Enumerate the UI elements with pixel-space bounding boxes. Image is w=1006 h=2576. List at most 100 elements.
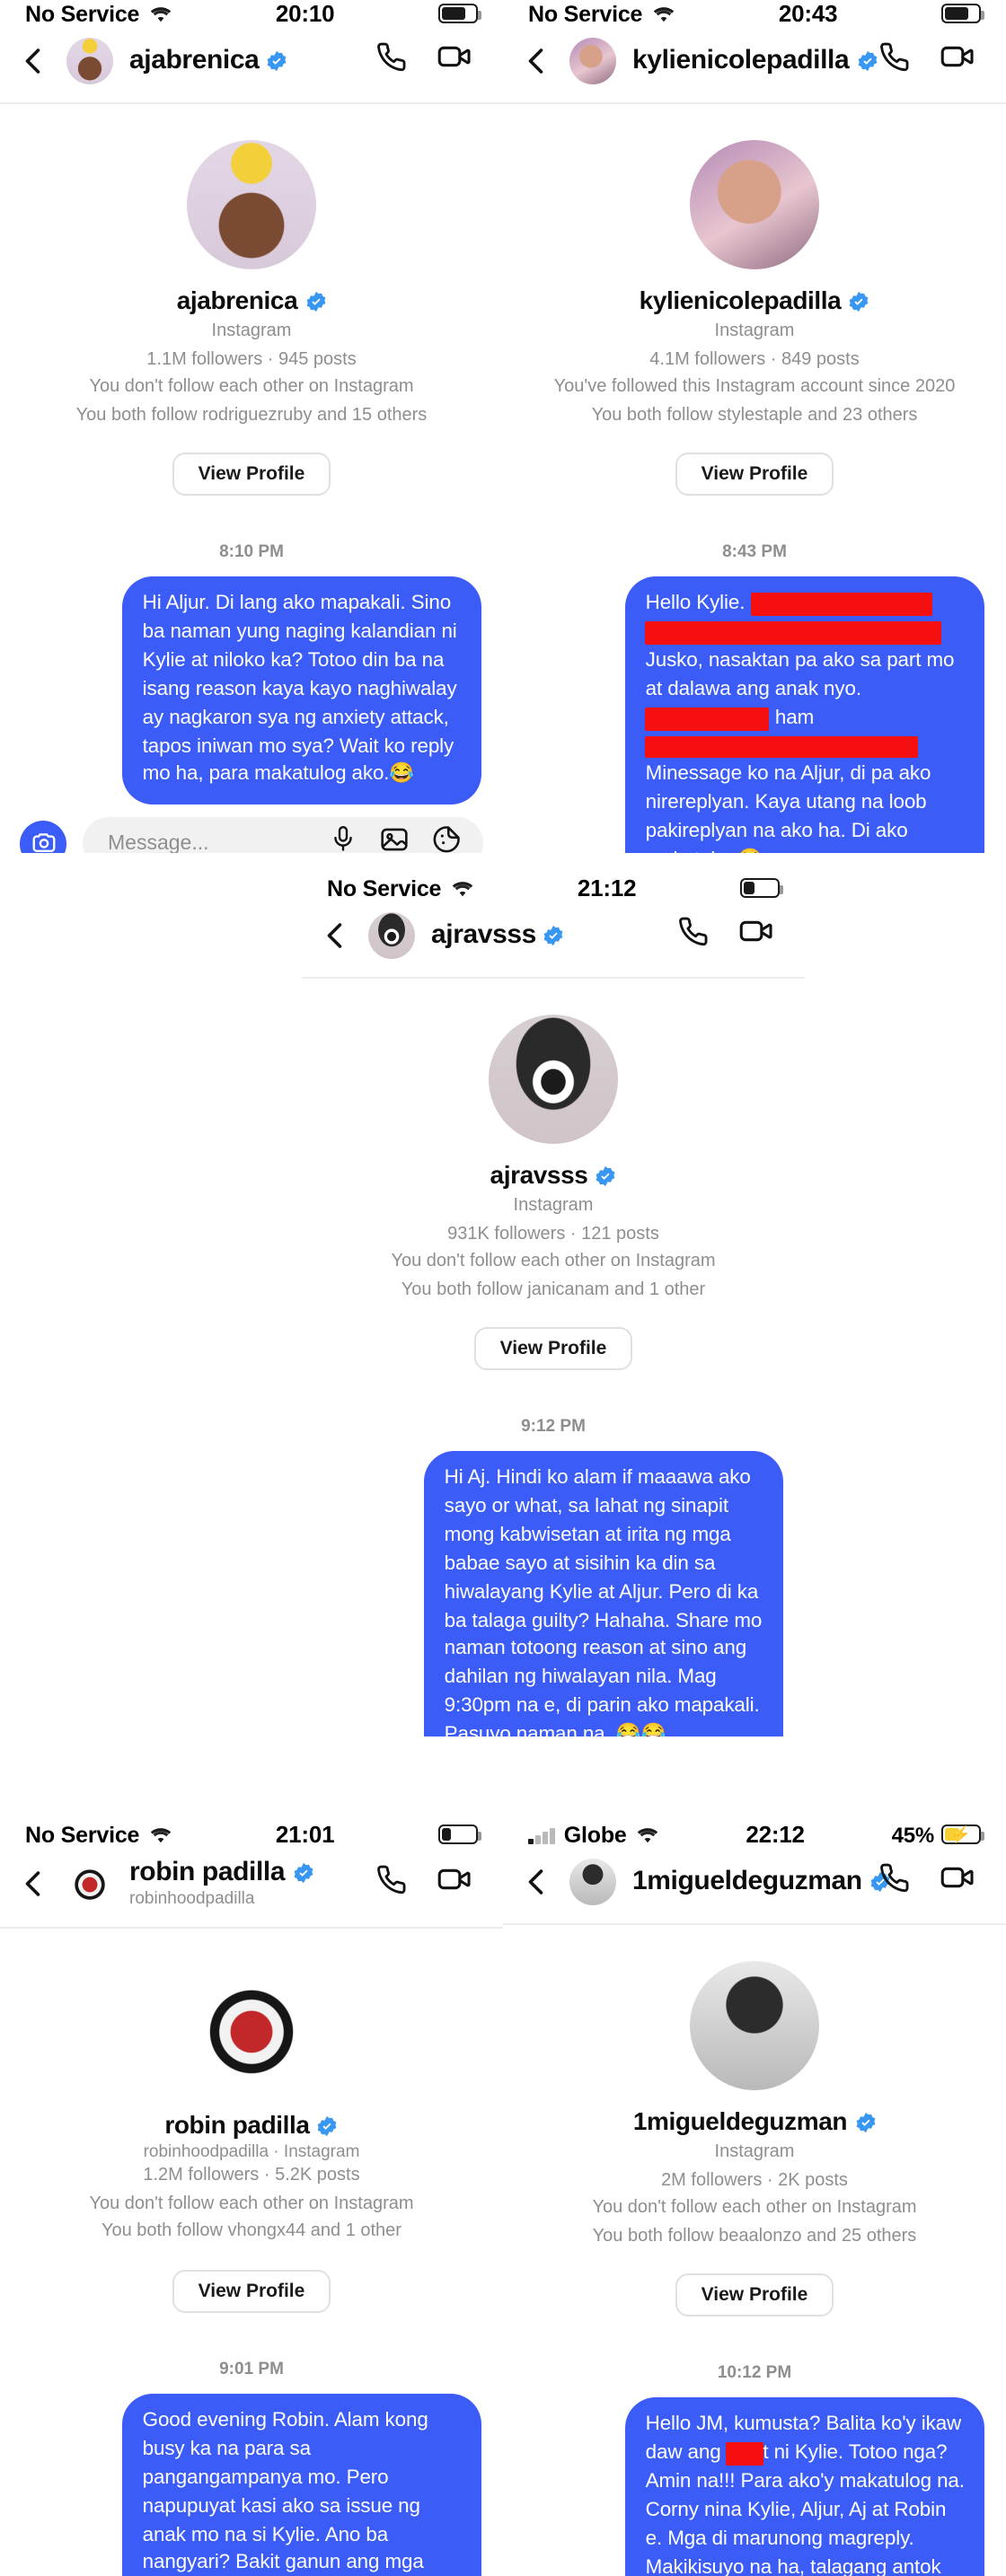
camera-icon[interactable] — [20, 820, 66, 853]
clock-label: 21:01 — [275, 1821, 335, 1848]
video-camera-icon[interactable] — [738, 912, 776, 959]
back-chevron-icon[interactable] — [320, 919, 352, 952]
screenshot-collage: No Service 20:10 ajabrenica ajabrenica Insta… — [0, 0, 1006, 2576]
message-input[interactable]: Message... — [83, 817, 483, 853]
carrier-label: No Service — [327, 875, 442, 901]
back-chevron-icon[interactable] — [521, 1866, 553, 1898]
conversation-header: ajabrenica — [0, 27, 503, 104]
view-profile-button[interactable]: View Profile — [474, 1327, 632, 1370]
status-bar: No Service 21:01 — [0, 1821, 503, 1848]
back-chevron-icon[interactable] — [18, 45, 50, 77]
message-timestamp: 8:10 PM — [219, 542, 284, 562]
profile-platform: Instagram — [714, 2142, 795, 2162]
profile-card: 1migueldeguzman Instagram 2M followers · 2… — [503, 1925, 1006, 2317]
nav-title[interactable]: 1migueldeguzman — [632, 1866, 890, 1897]
message-row: Hello JM, kumusta? Balita ko'y ikaw daw … — [525, 2397, 984, 2576]
nav-title[interactable]: kylienicolepadilla — [632, 45, 877, 76]
profile-stats: 2M followers · 2K posts — [661, 2170, 848, 2190]
message-list: 10:12 PM Hello JM, kumusta? Balita ko'y i… — [503, 2317, 1006, 2576]
profile-name: ajabrenica — [25, 286, 478, 314]
message-bubble[interactable]: Hi Aljur. Di lang ako mapakali. Sino ba … — [122, 576, 481, 805]
nav-title[interactable]: robin padilla — [129, 1857, 357, 1889]
verified-badge-icon — [854, 2110, 876, 2133]
message-timestamp: 9:12 PM — [521, 1417, 586, 1437]
view-profile-button[interactable]: View Profile — [675, 2273, 834, 2317]
message-bubble[interactable]: Good evening Robin. Alam kong busy ka na… — [122, 2393, 481, 2576]
battery-icon — [438, 1824, 482, 1844]
phone-icon[interactable] — [374, 40, 408, 83]
profile-avatar[interactable] — [187, 140, 316, 269]
verified-badge-icon — [543, 925, 565, 946]
sticker-icon[interactable] — [431, 824, 462, 853]
battery-percent-label: 45% — [891, 1822, 935, 1847]
message-input-placeholder: Message... — [108, 832, 209, 853]
profile-mutuals: You both follow beaalonzo and 25 others — [592, 2226, 917, 2246]
conversation-header: 1migueldeguzman — [503, 1848, 1006, 1925]
avatar[interactable] — [569, 38, 616, 84]
chat-panel-robinpadilla: No Service 21:01 robin padilla robinhoodpad… — [0, 1821, 503, 2576]
status-bar: No Service 20:43 — [503, 0, 1006, 27]
message-bubble[interactable]: Hello Kylie. Sino ba naman yung nakipagr… — [625, 576, 984, 853]
profile-avatar[interactable] — [690, 1961, 819, 2090]
wifi-icon — [651, 4, 675, 23]
avatar[interactable] — [66, 1860, 113, 1908]
photo-icon[interactable] — [379, 824, 410, 853]
profile-relationship: You've followed this Instagram account s… — [553, 377, 956, 397]
message-bubble[interactable]: Hello JM, kumusta? Balita ko'y ikaw daw … — [625, 2397, 984, 2576]
video-camera-icon[interactable] — [437, 38, 474, 84]
conversation-header: robin padilla robinhoodpadilla — [0, 1848, 503, 1930]
profile-relationship: You don't follow each other on Instagram — [592, 2198, 917, 2218]
phone-icon[interactable] — [877, 1860, 911, 1903]
clock-label: 20:10 — [275, 0, 335, 27]
message-row: Good evening Robin. Alam kong busy ka na… — [22, 2393, 481, 2576]
chat-panel-kylienicolepadilla: No Service 20:43 kylienicolepadilla kylieni… — [503, 0, 1006, 853]
avatar[interactable] — [66, 38, 113, 84]
signal-bars-icon — [528, 1825, 555, 1843]
battery-icon — [941, 4, 985, 23]
wifi-icon — [148, 4, 172, 23]
clock-label: 21:12 — [577, 875, 637, 901]
profile-name: 1migueldeguzman — [528, 2106, 981, 2135]
profile-platform: Instagram — [211, 321, 292, 341]
carrier-label: Globe — [563, 1822, 627, 1847]
conversation-header: ajravsss — [302, 901, 805, 979]
message-list: 8:10 PM Hi Aljur. Di lang ako mapakali. S… — [0, 496, 503, 805]
phone-icon[interactable] — [877, 40, 911, 83]
battery-icon — [740, 878, 784, 898]
message-bubble[interactable]: Hi Aj. Hindi ko alam if maaawa ako sayo … — [424, 1451, 783, 1736]
nav-title[interactable]: ajabrenica — [129, 45, 357, 76]
view-profile-button[interactable]: View Profile — [675, 453, 834, 496]
verified-badge-icon — [317, 2114, 339, 2137]
profile-avatar[interactable] — [187, 1965, 316, 2095]
view-profile-button[interactable]: View Profile — [172, 453, 331, 496]
profile-mutuals: You both follow rodriguezruby and 15 oth… — [75, 405, 428, 425]
phone-icon[interactable] — [374, 1862, 408, 1905]
wifi-icon — [450, 878, 473, 898]
video-camera-icon[interactable] — [940, 1859, 977, 1905]
profile-relationship: You don't follow each other on Instagram — [89, 377, 414, 397]
verified-badge-icon — [848, 289, 869, 312]
profile-stats: 931K followers · 121 posts — [447, 1224, 659, 1244]
clock-label: 20:43 — [778, 0, 838, 27]
back-chevron-icon[interactable] — [521, 45, 553, 77]
profile-card: ajravsss Instagram 931K followers · 121 po… — [302, 979, 805, 1370]
phone-icon[interactable] — [675, 914, 710, 957]
profile-avatar[interactable] — [489, 1015, 618, 1144]
avatar[interactable] — [368, 912, 415, 959]
microphone-icon[interactable] — [329, 825, 357, 853]
message-timestamp: 8:43 PM — [722, 542, 787, 562]
nav-title[interactable]: ajravsss — [431, 919, 659, 951]
avatar[interactable] — [569, 1859, 616, 1905]
carrier-label: No Service — [25, 1, 140, 26]
video-camera-icon[interactable] — [940, 38, 977, 84]
message-list: 9:01 PM Good evening Robin. Alam kong bus… — [0, 2313, 503, 2576]
profile-avatar[interactable] — [690, 140, 819, 269]
message-row: Hi Aj. Hindi ko alam if maaawa ako sayo … — [323, 1451, 783, 1736]
profile-stats: 1.2M followers · 5.2K posts — [143, 2166, 360, 2186]
carrier-label: No Service — [25, 1822, 140, 1847]
profile-mutuals: You both follow janicanam and 1 other — [401, 1279, 706, 1299]
back-chevron-icon[interactable] — [18, 1868, 50, 1900]
video-camera-icon[interactable] — [437, 1860, 474, 1907]
view-profile-button[interactable]: View Profile — [172, 2269, 331, 2313]
profile-stats: 1.1M followers · 945 posts — [146, 349, 357, 369]
